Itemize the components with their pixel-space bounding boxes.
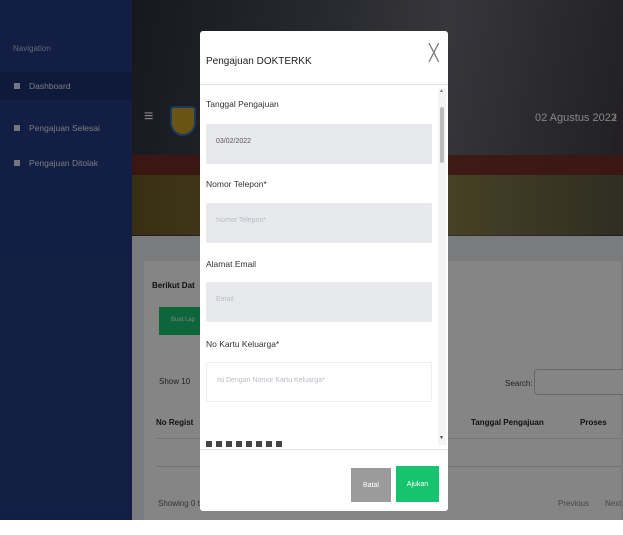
email-field[interactable]: Email xyxy=(206,282,432,322)
nomor-telepon-field[interactable]: Nomor Telepon* xyxy=(206,203,432,243)
modal-divider xyxy=(200,84,448,85)
tanggal-label: Tanggal Pengajuan xyxy=(206,99,279,109)
kartu-keluarga-label: No Kartu Keluarga* xyxy=(206,339,280,349)
next-field-label-cutoff xyxy=(206,441,282,447)
scrollbar-thumb[interactable] xyxy=(440,107,444,163)
modal-title: Pengajuan DOKTERKK xyxy=(206,56,312,67)
close-icon[interactable]: ╳ xyxy=(429,43,439,63)
email-label: Alamat Email xyxy=(206,259,257,269)
field-value: 03/02/2022 xyxy=(216,138,252,145)
cancel-button[interactable]: Batal xyxy=(351,468,391,502)
submit-button[interactable]: Ajukan xyxy=(396,466,439,502)
field-placeholder: Isi Dengan Nomor Kartu Keluarga* xyxy=(217,377,325,384)
pengajuan-modal: Pengajuan DOKTERKK ╳ Tanggal Pengajuan 0… xyxy=(200,31,448,511)
scroll-up-icon[interactable]: ▲ xyxy=(439,88,444,94)
telepon-label: Nomor Telepon* xyxy=(206,179,267,189)
field-placeholder: Email xyxy=(216,296,234,303)
scroll-down-icon[interactable]: ▼ xyxy=(439,435,444,441)
tanggal-pengajuan-field[interactable]: 03/02/2022 xyxy=(206,124,432,164)
field-placeholder: Nomor Telepon* xyxy=(216,217,267,224)
kartu-keluarga-field[interactable]: Isi Dengan Nomor Kartu Keluarga* xyxy=(206,362,432,402)
page-bottom xyxy=(0,520,623,535)
modal-footer-divider xyxy=(200,449,448,450)
